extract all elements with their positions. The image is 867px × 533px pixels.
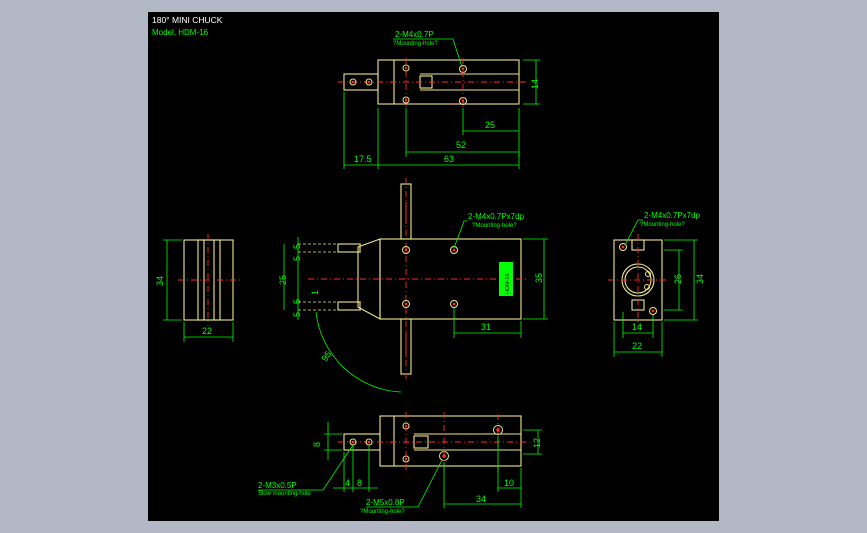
top-dim-14: 14 — [530, 79, 540, 89]
bottom-view-tail — [343, 433, 381, 451]
front-left-fingers — [298, 243, 363, 311]
bottom-hole-note-left: Slow mounting-hole — [258, 491, 311, 497]
top-dim-52: 52 — [456, 140, 466, 150]
bottom-hole-callout-right: 2-M5x0.8P — [366, 498, 405, 507]
front-dim-5a: 5 — [292, 244, 302, 249]
technical-drawing: 180° MINI CHUCK Model, HDM-16 2-M4x0.7P … — [152, 15, 705, 515]
front-view: HDM-16 2-M4x0.7Px7dp ?Mounting-hole? 5 5… — [278, 178, 548, 393]
side-right-hole-callout: 2-M4x0.7Px7dp — [644, 211, 701, 220]
model-label: Model, HDM-16 — [152, 28, 209, 37]
side-right-dim-14: 14 — [632, 322, 642, 332]
bottom-dim-12: 12 — [532, 438, 542, 448]
front-dim-angle: 95 — [319, 349, 333, 363]
side-view-right: 2-M4x0.7Px7dp ?Mounting-hole? 34 26 14 2… — [608, 211, 705, 357]
cad-drawing-canvas[interactable]: 180° MINI CHUCK Model, HDM-16 2-M4x0.7P … — [148, 12, 719, 521]
bottom-dim-10: 10 — [504, 478, 514, 488]
side-right-dim-26: 26 — [673, 274, 683, 284]
side-left-dim-34: 34 — [155, 276, 165, 286]
front-dim-1: 1 — [310, 290, 320, 295]
bottom-view: 8 12 4 8 10 34 2-M3x0.5P Slow mounting-h… — [258, 412, 542, 515]
front-dim-5b: 5 — [292, 256, 302, 261]
bottom-dim-34: 34 — [476, 494, 486, 504]
side-right-dim-22: 22 — [632, 341, 642, 351]
top-hole-note: ?Mounting-hole? — [393, 41, 438, 47]
top-hole-callout: 2-M4x0.7P — [395, 30, 434, 39]
bottom-dim-4: 4 — [345, 478, 350, 488]
top-dim-25: 25 — [485, 120, 495, 130]
bottom-dim-8b: 8 — [357, 478, 362, 488]
side-right-dim-34: 34 — [695, 274, 705, 284]
bottom-dim-8: 8 — [312, 442, 322, 447]
front-hole-callout: 2-M4x0.7Px7dp — [468, 212, 525, 221]
bottom-hole-note-right: ?Mounting-hole? — [360, 509, 405, 515]
bottom-view-body — [379, 415, 522, 467]
drawing-title: 180° MINI CHUCK — [152, 15, 223, 25]
front-hole-note: ?Mounting-hole? — [472, 223, 517, 229]
top-view: 2-M4x0.7P ?Mounting-hole? 14 25 52 17.5 … — [338, 30, 540, 169]
side-left-dim-22: 22 — [202, 326, 212, 336]
front-dim-25: 25 — [278, 275, 288, 285]
bottom-hole-callout-left: 2-M3x0.5P — [258, 481, 297, 490]
front-dim-31: 31 — [481, 322, 491, 332]
front-dim-35: 35 — [534, 273, 544, 283]
name-plate-label: HDM-16 — [505, 274, 511, 294]
front-dim-5d: 5 — [292, 312, 302, 317]
side-right-hole-note: ?Mounting-hole? — [640, 222, 685, 228]
front-dim-5c: 5 — [292, 299, 302, 304]
side-view-left: 34 22 — [155, 234, 240, 342]
top-dim-63: 63 — [444, 154, 454, 164]
top-dim-17-5: 17.5 — [354, 154, 372, 164]
